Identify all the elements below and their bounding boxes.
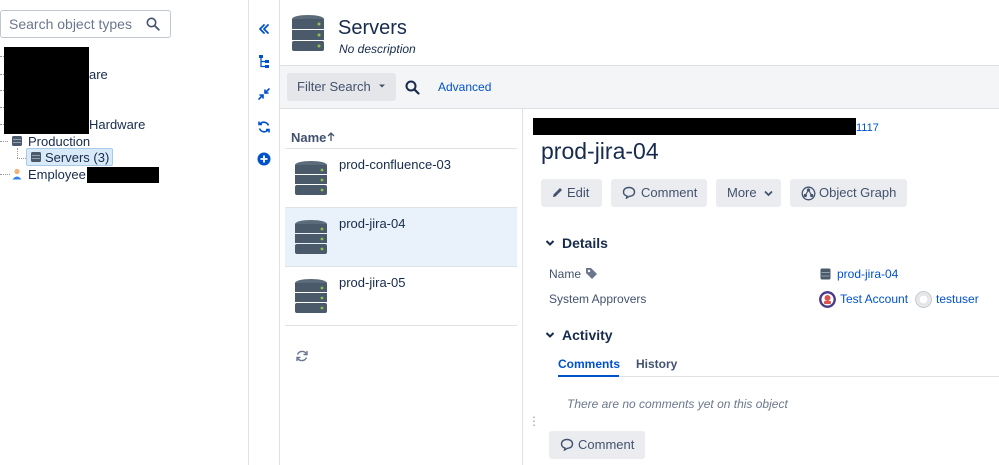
sync-icon[interactable] (257, 120, 271, 134)
tab-comments[interactable]: Comments (558, 357, 620, 371)
comment-icon (560, 438, 574, 451)
redacted-text (87, 167, 159, 183)
tree-node-label[interactable]: Hardware (89, 117, 145, 132)
add-comment-button-label: Comment (578, 437, 635, 452)
attribute-value-name[interactable]: prod-jira-04 (837, 267, 898, 281)
empty-comments-message: There are no comments yet on this object (567, 397, 788, 411)
more-button-label: More (727, 185, 757, 200)
server-group-icon (12, 136, 22, 146)
name-column-label: Name (291, 130, 327, 145)
search-icon[interactable] (405, 80, 420, 95)
advanced-search-link[interactable]: Advanced (438, 80, 491, 94)
avatar (915, 291, 932, 308)
tree-actions-column (249, 0, 280, 465)
tree-connector (0, 141, 8, 142)
search-object-types-box[interactable] (0, 10, 171, 38)
tree-node-servers[interactable]: Servers (3) (26, 148, 114, 166)
list-item[interactable]: prod-jira-05 (285, 267, 517, 326)
attribute-label-system-approvers: System Approvers (549, 292, 647, 306)
approver-link[interactable]: Test Account (840, 292, 908, 306)
list-item-label: prod-jira-04 (339, 216, 406, 231)
details-section-title[interactable]: Details (562, 235, 608, 251)
add-circle-icon[interactable] (257, 152, 271, 166)
server-icon (820, 268, 831, 280)
tree-node-servers-label: Servers (3) (45, 150, 110, 165)
object-title: prod-jira-04 (541, 138, 659, 164)
object-graph-button[interactable]: Object Graph (790, 179, 907, 207)
object-type-header: Servers No description (280, 0, 999, 66)
chevron-down-icon[interactable] (545, 330, 555, 340)
edit-button-label: Edit (567, 185, 590, 200)
page-title: Servers (338, 17, 407, 39)
server-icon (295, 220, 327, 254)
approver-link[interactable]: testuser (936, 292, 979, 306)
object-list-panel: Name prod-confluence-03 prod-jira-04 pro… (280, 109, 523, 465)
list-item-label: prod-confluence-03 (339, 157, 452, 172)
more-dropdown[interactable]: More (716, 179, 781, 207)
compress-icon[interactable] (257, 87, 271, 101)
refresh-icon[interactable] (295, 349, 309, 363)
tree-connector (0, 174, 10, 175)
comment-button-label: Comment (641, 185, 698, 200)
tree-node-label[interactable]: are (89, 67, 108, 82)
filter-search-label: Filter Search (297, 79, 371, 94)
page-description: No description (339, 42, 416, 56)
chevron-down-icon[interactable] (545, 238, 555, 248)
edit-button[interactable]: Edit (541, 179, 602, 207)
divider (558, 376, 999, 377)
list-item-selected[interactable]: prod-jira-04 (285, 208, 517, 267)
search-icon[interactable] (146, 17, 160, 31)
tree-node-production[interactable]: Production (28, 134, 90, 149)
tree-node-employee[interactable]: Employee (28, 167, 86, 182)
avatar (819, 291, 836, 308)
list-item[interactable]: prod-confluence-03 (285, 149, 517, 208)
list-item-label: prod-jira-05 (339, 275, 406, 290)
object-key-suffix[interactable]: 1117 (856, 122, 879, 134)
server-icon (295, 279, 327, 313)
server-icon (31, 152, 41, 162)
filter-bar: Filter Search Advanced (280, 66, 999, 109)
graph-icon (801, 186, 816, 201)
chevron-down-icon (379, 84, 386, 88)
filter-search-dropdown[interactable]: Filter Search (287, 73, 397, 101)
server-icon (292, 15, 324, 51)
chevron-down-icon (764, 190, 773, 197)
hierarchy-icon[interactable] (257, 54, 271, 68)
comment-icon (622, 186, 636, 199)
object-type-tree-panel: are Hardware Production Servers (3) Empl… (0, 0, 249, 465)
server-icon (295, 161, 327, 195)
add-comment-button[interactable]: Comment (549, 431, 645, 459)
active-tab-indicator (558, 375, 619, 377)
attribute-label-name: Name (549, 267, 582, 281)
activity-section-title[interactable]: Activity (562, 327, 613, 343)
collapse-left-icon[interactable] (257, 22, 271, 36)
resize-handle[interactable]: ⋮ (528, 414, 540, 428)
search-object-types-input[interactable] (9, 15, 139, 33)
comment-button[interactable]: Comment (611, 179, 707, 207)
name-column-header[interactable]: Name (291, 130, 335, 145)
sort-ascending-icon (327, 132, 335, 141)
redacted-tree-items (4, 47, 89, 134)
tag-icon (586, 268, 597, 279)
object-graph-button-label: Object Graph (819, 185, 897, 200)
tab-history[interactable]: History (636, 357, 677, 371)
person-icon (12, 168, 22, 180)
tree-connector (17, 148, 18, 158)
redacted-object-key (533, 118, 856, 135)
object-detail-panel: 1117 prod-jira-04 Edit Comment More Obje… (523, 109, 999, 465)
pencil-icon (553, 188, 562, 197)
tree-connector (17, 158, 26, 159)
